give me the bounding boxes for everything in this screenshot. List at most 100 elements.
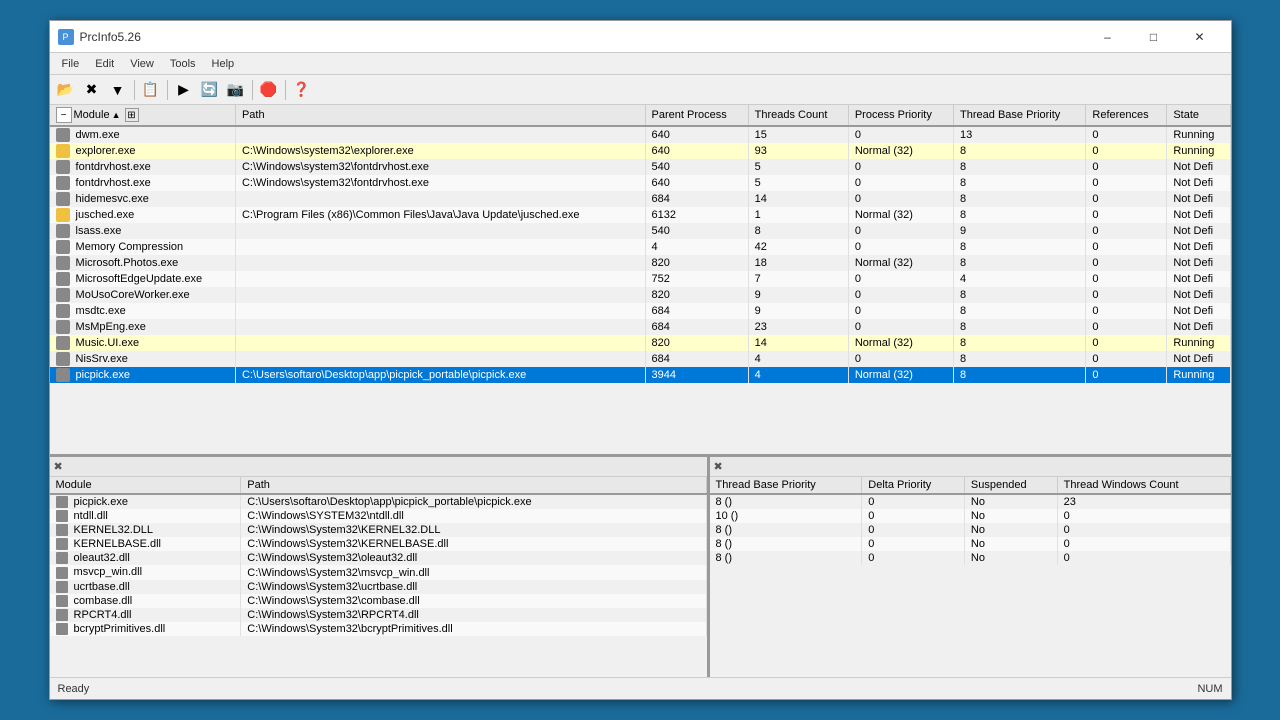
cell-priority: Normal (32) xyxy=(848,367,953,383)
cell-module: Music.UI.exe xyxy=(50,335,236,351)
list-item[interactable]: oleaut32.dll C:\Windows\System32\oleaut3… xyxy=(50,551,707,565)
cell-thread-base: 13 xyxy=(954,126,1086,143)
list-item[interactable]: bcryptPrimitives.dll C:\Windows\System32… xyxy=(50,622,707,636)
process-table-container[interactable]: − Module ▲ ⊞ Path Parent Process Threads… xyxy=(50,105,1231,454)
col-header-thread-base[interactable]: Thread Base Priority xyxy=(954,105,1086,126)
menu-view[interactable]: View xyxy=(122,56,162,72)
list-item[interactable]: 8 () 0 No 23 xyxy=(710,494,1231,509)
col-header-path[interactable]: Path xyxy=(235,105,645,126)
threads-col-windows[interactable]: Thread Windows Count xyxy=(1057,477,1230,494)
cell-windows: 23 xyxy=(1057,494,1230,509)
cell-path xyxy=(235,351,645,367)
cell-priority: 0 xyxy=(848,271,953,287)
list-item[interactable]: ucrtbase.dll C:\Windows\System32\ucrtbas… xyxy=(50,580,707,594)
table-row[interactable]: picpick.exe C:\Users\softaro\Desktop\app… xyxy=(50,367,1231,383)
col-header-parent[interactable]: Parent Process xyxy=(645,105,748,126)
list-item[interactable]: 8 () 0 No 0 xyxy=(710,523,1231,537)
table-row[interactable]: Music.UI.exe 820 14 Normal (32) 8 0 Runn… xyxy=(50,335,1231,351)
threads-pane-close[interactable]: ✖ xyxy=(714,460,723,473)
threads-table-container[interactable]: Thread Base Priority Delta Priority Susp… xyxy=(710,477,1231,677)
cell-thread-base: 8 xyxy=(954,159,1086,175)
table-row[interactable]: MsMpEng.exe 684 23 0 8 0 Not Defi xyxy=(50,319,1231,335)
list-item[interactable]: KERNELBASE.dll C:\Windows\System32\KERNE… xyxy=(50,537,707,551)
toolbar-close[interactable]: ✖ xyxy=(80,78,104,102)
modules-col-module[interactable]: Module xyxy=(50,477,241,494)
col-header-threads[interactable]: Threads Count xyxy=(748,105,848,126)
cell-threads: 9 xyxy=(748,303,848,319)
table-row[interactable]: jusched.exe C:\Program Files (x86)\Commo… xyxy=(50,207,1231,223)
cell-thread-base: 9 xyxy=(954,223,1086,239)
cell-parent: 820 xyxy=(645,335,748,351)
cell-state: Running xyxy=(1167,126,1230,143)
toolbar-help[interactable]: ❓ xyxy=(290,78,314,102)
cell-path: C:\Windows\system32\fontdrvhost.exe xyxy=(235,175,645,191)
modules-table-container[interactable]: Module Path picpick.exe C:\Users\softaro… xyxy=(50,477,707,677)
menu-file[interactable]: File xyxy=(54,56,88,72)
cell-state: Not Defi xyxy=(1167,159,1230,175)
modules-col-path[interactable]: Path xyxy=(241,477,706,494)
table-row[interactable]: fontdrvhost.exe C:\Windows\system32\font… xyxy=(50,159,1231,175)
cell-suspended: No xyxy=(964,509,1057,523)
table-row[interactable]: msdtc.exe 684 9 0 8 0 Not Defi xyxy=(50,303,1231,319)
cell-module-name: combase.dll xyxy=(50,594,241,608)
toolbar-clipboard[interactable]: 📋 xyxy=(139,78,163,102)
toolbar-sep-2 xyxy=(167,80,168,100)
col-toggle[interactable]: ⊞ xyxy=(125,108,139,122)
minimize-button[interactable]: – xyxy=(1085,21,1131,53)
toolbar-refresh[interactable]: 🔄 xyxy=(198,78,222,102)
toolbar: 📂 ✖ ▼ 📋 ▶ 🔄 📷 🛑 ❓ xyxy=(50,75,1231,105)
cell-threads: 42 xyxy=(748,239,848,255)
main-window: P PrcInfo5.26 – □ ✕ File Edit View Tools… xyxy=(49,20,1232,700)
list-item[interactable]: ntdll.dll C:\Windows\SYSTEM32\ntdll.dll xyxy=(50,509,707,523)
list-item[interactable]: KERNEL32.DLL C:\Windows\System32\KERNEL3… xyxy=(50,523,707,537)
table-row[interactable]: explorer.exe C:\Windows\system32\explore… xyxy=(50,143,1231,159)
table-row[interactable]: NisSrv.exe 684 4 0 8 0 Not Defi xyxy=(50,351,1231,367)
list-item[interactable]: RPCRT4.dll C:\Windows\System32\RPCRT4.dl… xyxy=(50,608,707,622)
list-item[interactable]: picpick.exe C:\Users\softaro\Desktop\app… xyxy=(50,494,707,509)
table-row[interactable]: Memory Compression 4 42 0 8 0 Not Defi xyxy=(50,239,1231,255)
cell-references: 0 xyxy=(1086,351,1167,367)
toolbar-run[interactable]: ▶ xyxy=(172,78,196,102)
toolbar-dropdown[interactable]: ▼ xyxy=(106,78,130,102)
toolbar-open[interactable]: 📂 xyxy=(54,78,78,102)
cell-references: 0 xyxy=(1086,335,1167,351)
modules-pane-close[interactable]: ✖ xyxy=(54,460,63,473)
list-item[interactable]: msvcp_win.dll C:\Windows\System32\msvcp_… xyxy=(50,565,707,579)
table-row[interactable]: dwm.exe 640 15 0 13 0 Running xyxy=(50,126,1231,143)
col-header-module[interactable]: − Module ▲ ⊞ xyxy=(50,105,236,126)
threads-pane: ✖ Thread Base Priority Delta Priority Su… xyxy=(710,457,1231,677)
list-item[interactable]: 10 () 0 No 0 xyxy=(710,509,1231,523)
table-row[interactable]: fontdrvhost.exe C:\Windows\system32\font… xyxy=(50,175,1231,191)
cell-threads: 9 xyxy=(748,287,848,303)
close-button[interactable]: ✕ xyxy=(1177,21,1223,53)
col-header-priority[interactable]: Process Priority xyxy=(848,105,953,126)
cell-module-name: KERNELBASE.dll xyxy=(50,537,241,551)
list-item[interactable]: combase.dll C:\Windows\System32\combase.… xyxy=(50,594,707,608)
menu-help[interactable]: Help xyxy=(204,56,243,72)
threads-col-suspended[interactable]: Suspended xyxy=(964,477,1057,494)
col-header-state[interactable]: State xyxy=(1167,105,1230,126)
menu-tools[interactable]: Tools xyxy=(162,56,204,72)
threads-col-base[interactable]: Thread Base Priority xyxy=(710,477,862,494)
cell-state: Not Defi xyxy=(1167,223,1230,239)
table-row[interactable]: MicrosoftEdgeUpdate.exe 752 7 0 4 0 Not … xyxy=(50,271,1231,287)
table-row[interactable]: MoUsoCoreWorker.exe 820 9 0 8 0 Not Defi xyxy=(50,287,1231,303)
cell-priority: 0 xyxy=(848,319,953,335)
toolbar-camera[interactable]: 📷 xyxy=(224,78,248,102)
threads-pane-header: ✖ xyxy=(710,457,1231,477)
collapse-btn[interactable]: − xyxy=(56,107,72,123)
col-header-references[interactable]: References xyxy=(1086,105,1167,126)
cell-threads: 5 xyxy=(748,175,848,191)
list-item[interactable]: 8 () 0 No 0 xyxy=(710,551,1231,565)
cell-parent: 684 xyxy=(645,191,748,207)
table-row[interactable]: Microsoft.Photos.exe 820 18 Normal (32) … xyxy=(50,255,1231,271)
list-item[interactable]: 8 () 0 No 0 xyxy=(710,537,1231,551)
cell-parent: 752 xyxy=(645,271,748,287)
threads-col-delta[interactable]: Delta Priority xyxy=(862,477,965,494)
menu-edit[interactable]: Edit xyxy=(87,56,122,72)
maximize-button[interactable]: □ xyxy=(1131,21,1177,53)
table-row[interactable]: lsass.exe 540 8 0 9 0 Not Defi xyxy=(50,223,1231,239)
table-row[interactable]: hidemesvc.exe 684 14 0 8 0 Not Defi xyxy=(50,191,1231,207)
cell-parent: 4 xyxy=(645,239,748,255)
toolbar-stop[interactable]: 🛑 xyxy=(257,78,281,102)
